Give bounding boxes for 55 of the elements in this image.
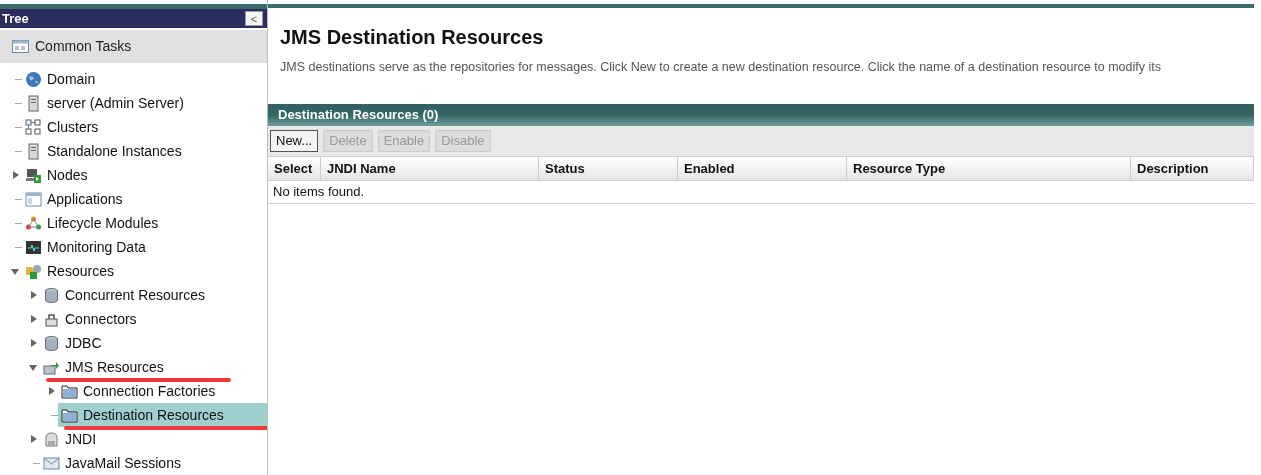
- tree-item[interactable]: Resources: [22, 259, 118, 283]
- tree-item[interactable]: Domain: [22, 67, 100, 91]
- expander-icon[interactable]: [10, 170, 20, 180]
- cluster-icon: [25, 118, 42, 136]
- folder-icon: [61, 406, 78, 424]
- tree-item[interactable]: Standalone Instances: [22, 139, 186, 163]
- tree-item[interactable]: Applications: [22, 187, 127, 211]
- tree-item[interactable]: JDBC: [40, 331, 106, 355]
- server-icon: [25, 142, 42, 160]
- database-icon: [43, 334, 60, 352]
- expander-icon[interactable]: [28, 362, 38, 372]
- column-header: Select: [268, 156, 321, 180]
- globe-icon: [25, 70, 42, 88]
- tree-item[interactable]: Lifecycle Modules: [22, 211, 163, 235]
- table-title: Destination Resources (0): [278, 106, 439, 124]
- monitor-icon: [25, 238, 42, 256]
- nodes-icon: [25, 214, 42, 232]
- common-tasks-label: Common Tasks: [35, 37, 132, 57]
- column-header: Enabled: [678, 156, 847, 180]
- tree-item[interactable]: JMS Resources: [40, 355, 168, 379]
- empty-message: No items found.: [273, 183, 365, 201]
- tree-item[interactable]: Destination Resources: [58, 403, 267, 427]
- mail-icon: [43, 454, 60, 472]
- tree-item[interactable]: Clusters: [22, 115, 103, 139]
- tree-item[interactable]: Nodes: [22, 163, 92, 187]
- tree-item[interactable]: Connection Factories: [58, 379, 220, 403]
- window-icon: [12, 40, 29, 54]
- folder-icon: [61, 382, 78, 400]
- tree-item[interactable]: JavaMail Sessions: [40, 451, 185, 475]
- window-icon: [25, 190, 42, 208]
- tree-item[interactable]: Monitoring Data: [22, 235, 150, 259]
- page-title: JMS Destination Resources: [280, 25, 545, 50]
- resources-icon: [25, 262, 42, 280]
- expander-icon[interactable]: [28, 338, 38, 348]
- database-icon: [43, 286, 60, 304]
- tree-item[interactable]: JNDI: [40, 427, 101, 451]
- page-description: JMS destinations serve as the repositories for messages. Click New to create a new destination resource. Click the name of a destination resource to modify its: [280, 59, 1162, 76]
- common-tasks-bar[interactable]: Common Tasks: [0, 30, 267, 63]
- expander-icon[interactable]: [46, 386, 56, 396]
- column-header: Description: [1131, 156, 1254, 180]
- panel-title: Tree: [2, 9, 29, 28]
- collapse-button[interactable]: <: [245, 11, 263, 27]
- tree-item[interactable]: server (Admin Server): [22, 91, 188, 115]
- column-header: JNDI Name: [321, 156, 539, 180]
- expander-icon[interactable]: [28, 314, 38, 324]
- expander-icon[interactable]: [28, 290, 38, 300]
- tree-item[interactable]: Connectors: [40, 307, 141, 331]
- server-icon: [25, 94, 42, 112]
- column-header: Status: [539, 156, 678, 180]
- column-header: Resource Type: [847, 156, 1131, 180]
- expander-icon[interactable]: [28, 434, 38, 444]
- tree-item[interactable]: Concurrent Resources: [40, 283, 210, 307]
- computer-icon: [25, 166, 42, 184]
- toolbar-button[interactable]: New...: [270, 129, 319, 152]
- expander-icon[interactable]: [10, 266, 20, 276]
